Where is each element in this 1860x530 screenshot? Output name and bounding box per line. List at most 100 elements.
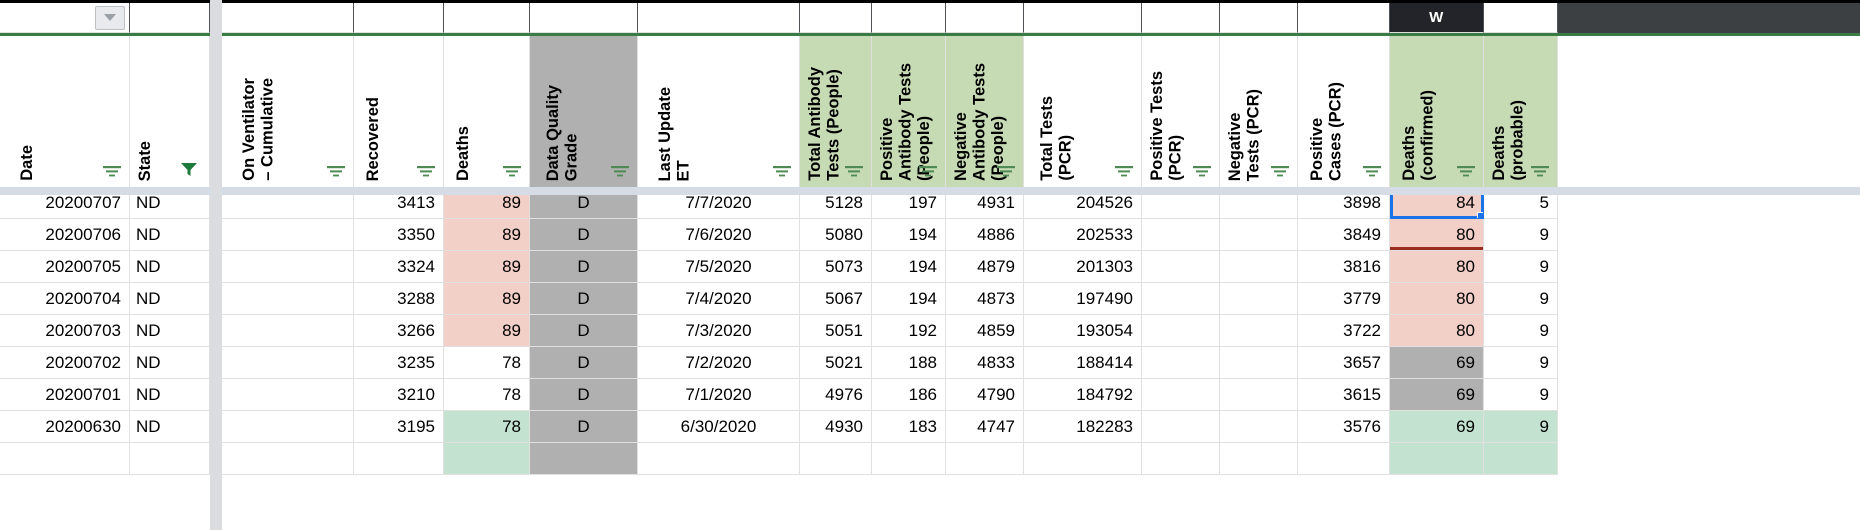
cell-t3[interactable] — [1142, 219, 1220, 251]
filter-icon[interactable] — [1270, 163, 1290, 179]
cell-l8[interactable]: 3210 — [354, 379, 444, 411]
cell-n5[interactable]: D — [530, 283, 638, 315]
cell-x10[interactable] — [1484, 443, 1558, 475]
cell-v6[interactable]: 3722 — [1298, 315, 1390, 347]
cell-w8[interactable]: 69 — [1390, 379, 1484, 411]
cell-m10[interactable] — [444, 443, 530, 475]
filter-icon[interactable] — [102, 163, 122, 179]
cell-n4[interactable]: D — [530, 251, 638, 283]
cell-w6[interactable]: 80 — [1390, 315, 1484, 347]
table-row[interactable]: 20200630 ND 3195 78 D 6/30/2020 4930 183 4747 182… — [0, 411, 1860, 443]
column-title-l[interactable]: Recovered — [354, 36, 444, 187]
cell-m5[interactable]: 89 — [444, 283, 530, 315]
column-header-p[interactable]: P — [800, 3, 872, 33]
cell-w9[interactable]: 69 — [1390, 411, 1484, 443]
cell-w5[interactable]: 80 — [1390, 283, 1484, 315]
column-header-x[interactable]: X — [1484, 3, 1558, 33]
filter-icon[interactable] — [1114, 163, 1134, 179]
cell-q9[interactable]: 183 — [872, 411, 946, 443]
column-header-u[interactable]: U — [1220, 3, 1298, 33]
column-title-m[interactable]: Deaths — [444, 36, 530, 187]
cell-t8[interactable] — [1142, 379, 1220, 411]
cell-b9[interactable]: ND — [130, 411, 210, 443]
cell-x5[interactable]: 9 — [1484, 283, 1558, 315]
cell-m7[interactable]: 78 — [444, 347, 530, 379]
column-header-v[interactable]: V — [1298, 3, 1390, 33]
cell-u5[interactable] — [1220, 283, 1298, 315]
cell-o5[interactable]: 7/4/2020 — [638, 283, 800, 315]
cell-t5[interactable] — [1142, 283, 1220, 315]
cell-k8[interactable] — [222, 379, 354, 411]
cell-t4[interactable] — [1142, 251, 1220, 283]
cell-x9[interactable]: 9 — [1484, 411, 1558, 443]
cell-o7[interactable]: 7/2/2020 — [638, 347, 800, 379]
cell-k5[interactable] — [222, 283, 354, 315]
column-header-t[interactable]: T — [1142, 3, 1220, 33]
cell-l5[interactable]: 3288 — [354, 283, 444, 315]
cell-v5[interactable]: 3779 — [1298, 283, 1390, 315]
cell-b3[interactable]: ND — [130, 219, 210, 251]
cell-b4[interactable]: ND — [130, 251, 210, 283]
column-header-q[interactable]: Q — [872, 3, 946, 33]
cell-q5[interactable]: 194 — [872, 283, 946, 315]
cell-b8[interactable]: ND — [130, 379, 210, 411]
cell-v7[interactable]: 3657 — [1298, 347, 1390, 379]
cell-r6[interactable]: 4859 — [946, 315, 1024, 347]
cell-k7[interactable] — [222, 347, 354, 379]
cell-k3[interactable] — [222, 219, 354, 251]
spreadsheet-grid[interactable]: A B K L M N O P Q R S T U V W X Date State On Ventilator … — [0, 0, 1860, 530]
column-header-k[interactable]: K — [222, 3, 354, 33]
cell-u10[interactable] — [1220, 443, 1298, 475]
table-row[interactable]: 20200702 ND 3235 78 D 7/2/2020 5021 188 4833 1884… — [0, 347, 1860, 379]
column-header-a[interactable]: A — [0, 3, 130, 33]
column-title-q[interactable]: Positive Antibody Tests (People) — [872, 36, 946, 187]
cell-r9[interactable]: 4747 — [946, 411, 1024, 443]
column-title-o[interactable]: Last Update ET — [638, 36, 800, 187]
filter-icon[interactable] — [502, 163, 522, 179]
cell-p3[interactable]: 5080 — [800, 219, 872, 251]
column-header-b[interactable]: B — [130, 3, 210, 33]
cell-a3[interactable]: 20200706 — [0, 219, 130, 251]
cell-w3[interactable]: 80 — [1390, 219, 1484, 251]
cell-a5[interactable]: 20200704 — [0, 283, 130, 315]
filter-icon[interactable] — [844, 163, 864, 179]
cell-v3[interactable]: 3849 — [1298, 219, 1390, 251]
cell-l6[interactable]: 3266 — [354, 315, 444, 347]
cell-l3[interactable]: 3350 — [354, 219, 444, 251]
cell-o8[interactable]: 7/1/2020 — [638, 379, 800, 411]
cell-t7[interactable] — [1142, 347, 1220, 379]
cell-m6[interactable]: 89 — [444, 315, 530, 347]
column-title-s[interactable]: Total Tests (PCR) — [1024, 36, 1142, 187]
cell-x8[interactable]: 9 — [1484, 379, 1558, 411]
cell-p10[interactable] — [800, 443, 872, 475]
cell-a8[interactable]: 20200701 — [0, 379, 130, 411]
cell-n6[interactable]: D — [530, 315, 638, 347]
cell-a9[interactable]: 20200630 — [0, 411, 130, 443]
column-title-v[interactable]: Positive Cases (PCR) — [1298, 36, 1390, 187]
cell-t6[interactable] — [1142, 315, 1220, 347]
cell-s5[interactable]: 197490 — [1024, 283, 1142, 315]
cell-s10[interactable] — [1024, 443, 1142, 475]
cell-v8[interactable]: 3615 — [1298, 379, 1390, 411]
cell-k9[interactable] — [222, 411, 354, 443]
cell-x3[interactable]: 9 — [1484, 219, 1558, 251]
cell-s7[interactable]: 188414 — [1024, 347, 1142, 379]
cell-x4[interactable]: 9 — [1484, 251, 1558, 283]
cell-a6[interactable]: 20200703 — [0, 315, 130, 347]
filter-icon[interactable] — [996, 163, 1016, 179]
cell-p7[interactable]: 5021 — [800, 347, 872, 379]
cell-l10[interactable] — [354, 443, 444, 475]
table-row[interactable]: 20200701 ND 3210 78 D 7/1/2020 4976 186 4790 1847… — [0, 379, 1860, 411]
column-header-o[interactable]: O — [638, 3, 800, 33]
filter-icon[interactable] — [1192, 163, 1212, 179]
cell-x6[interactable]: 9 — [1484, 315, 1558, 347]
cell-b5[interactable]: ND — [130, 283, 210, 315]
cell-u6[interactable] — [1220, 315, 1298, 347]
cell-v10[interactable] — [1298, 443, 1390, 475]
cell-n9[interactable]: D — [530, 411, 638, 443]
cell-a10[interactable] — [0, 443, 130, 475]
column-title-t[interactable]: Positive Tests (PCR) — [1142, 36, 1220, 187]
column-title-p[interactable]: Total Antibody Tests (People) — [800, 36, 872, 187]
column-header-s[interactable]: S — [1024, 3, 1142, 33]
chevron-down-icon[interactable] — [95, 5, 125, 30]
